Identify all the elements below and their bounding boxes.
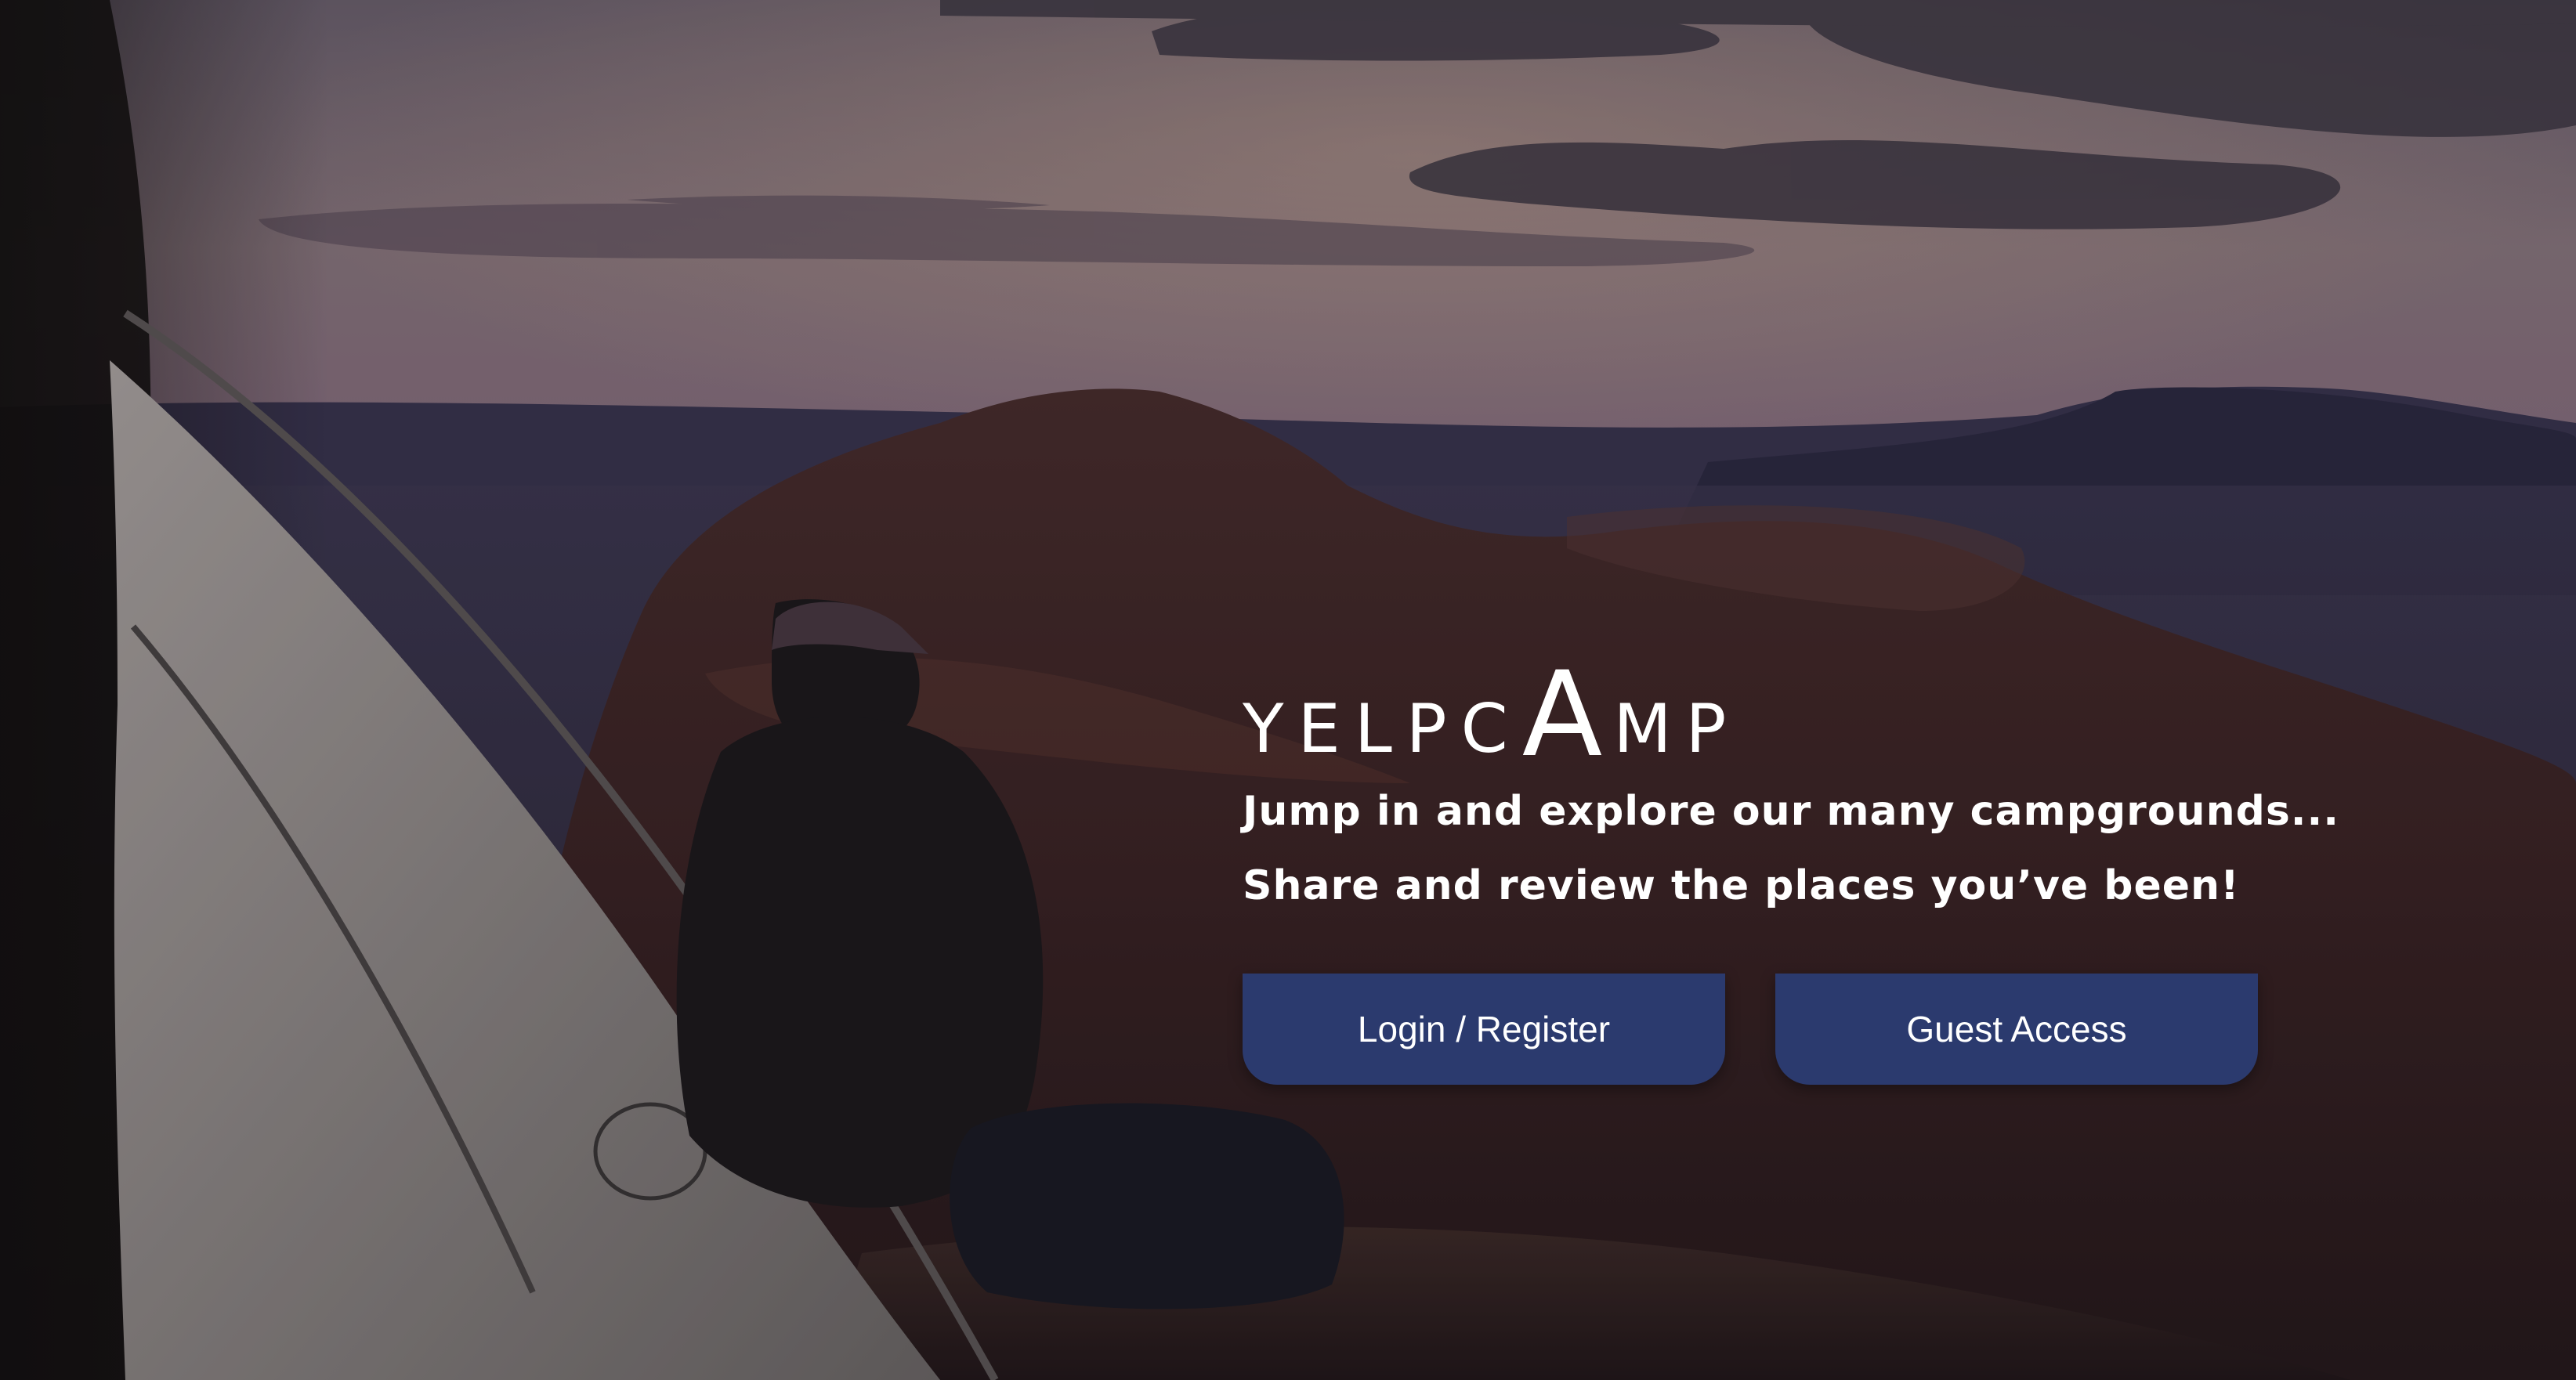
logo-accent-letter: A xyxy=(1521,647,1614,783)
hero-tagline-share: Share and review the places you’ve been! xyxy=(1243,862,2240,909)
guest-access-button[interactable]: Guest Access xyxy=(1775,974,2258,1085)
logo-text-end: MP xyxy=(1613,690,1741,768)
yelpcamp-logo: YELPCAMP xyxy=(1243,627,1760,774)
hero-section: YELPCAMP Jump in and explore our many ca… xyxy=(1243,627,2340,1085)
logo-text-start: YELPC xyxy=(1243,690,1522,768)
hero-actions: Login / Register Guest Access xyxy=(1243,974,2261,1085)
hero-tagline-explore: Jump in and explore our many campgrounds… xyxy=(1243,788,2340,835)
landing-page: YELPCAMP Jump in and explore our many ca… xyxy=(0,0,2576,1380)
login-register-button[interactable]: Login / Register xyxy=(1243,974,1725,1085)
logo-wordmark: YELPCAMP xyxy=(1243,647,1740,783)
